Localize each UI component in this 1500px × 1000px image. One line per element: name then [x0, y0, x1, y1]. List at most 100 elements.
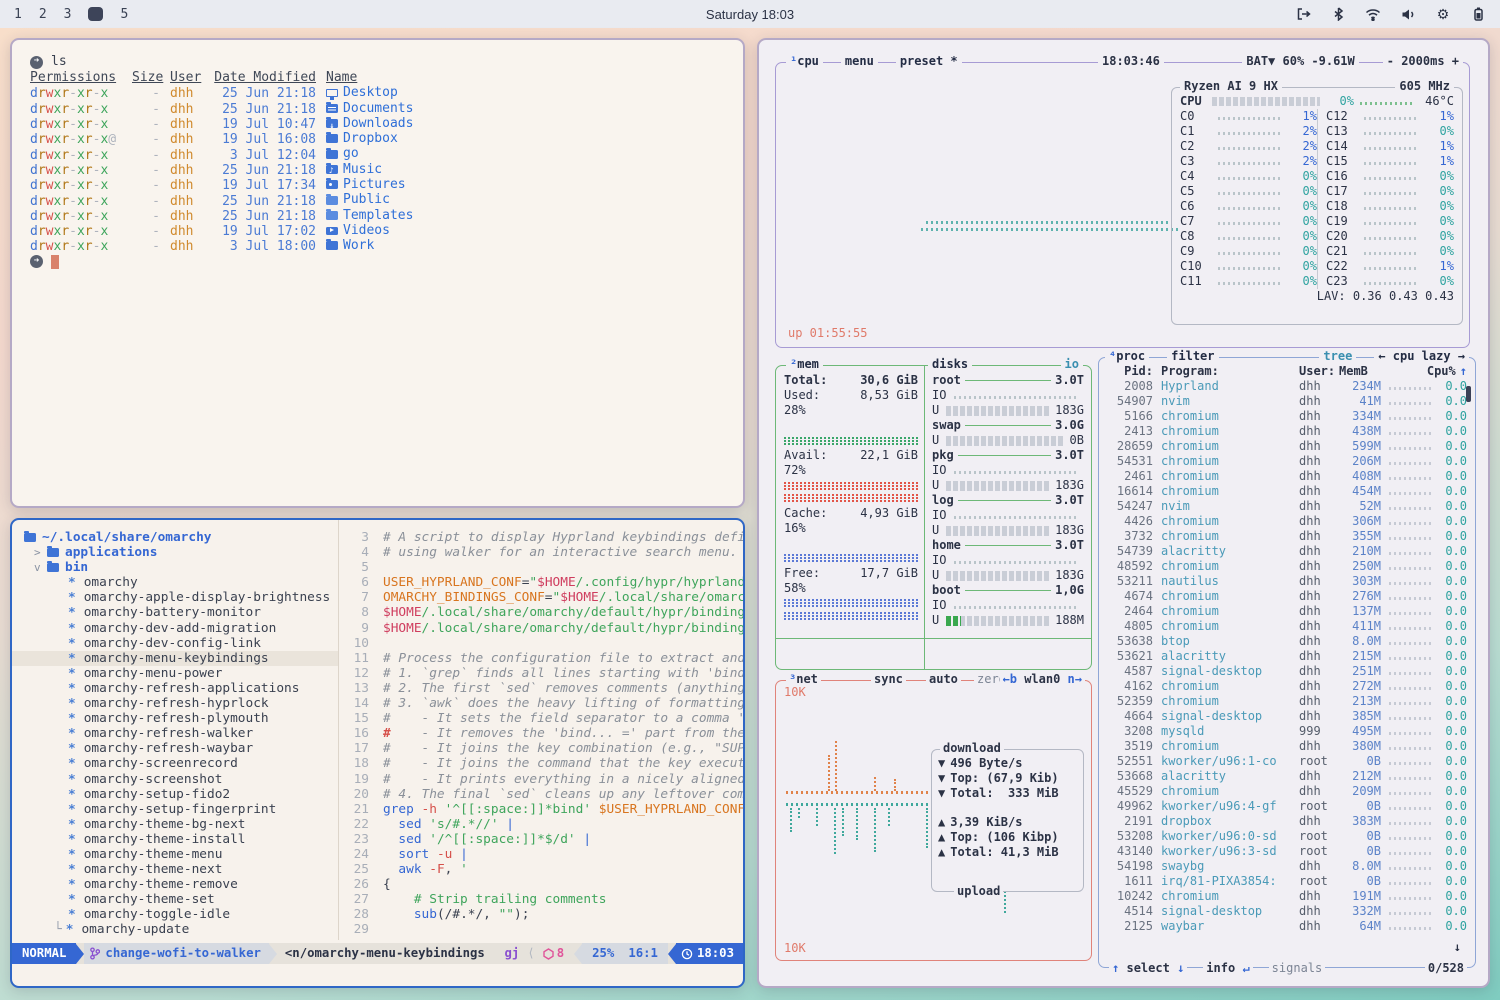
network-panel: ³net sync auto zero ←b wlan0 n→ 10K 10K [775, 680, 1092, 961]
tree-item[interactable]: └ * omarchy-menu-power [12, 666, 338, 681]
chevron-icon [34, 545, 47, 560]
tree-item[interactable]: └ * omarchy-theme-install [12, 832, 338, 847]
process-row[interactable]: 4664 signal-desktop dhh 385M 0.0 [1107, 709, 1467, 724]
scroll-down-icon[interactable]: ↓ [1454, 940, 1461, 955]
mem-tab[interactable]: ²mem [786, 357, 823, 372]
tree-item[interactable]: └ * omarchy-setup-fido2 [12, 787, 338, 802]
process-row[interactable]: 2464 chromium dhh 137M 0.0 [1107, 604, 1467, 619]
process-row[interactable]: 3208 mysqld 999 495M 0.0 [1107, 724, 1467, 739]
volume-icon[interactable] [1400, 6, 1416, 22]
proc-scrollbar[interactable] [1466, 386, 1471, 402]
process-row[interactable]: 4674 chromium dhh 276M 0.0 [1107, 589, 1467, 604]
process-row[interactable]: 2413 chromium dhh 438M 0.0 [1107, 424, 1467, 439]
battery-icon[interactable] [1470, 6, 1486, 22]
process-row[interactable]: 1611 irq/81-PIXA3854: root 0B 0.0 [1107, 874, 1467, 889]
tree-item[interactable]: └ * omarchy-theme-remove [12, 877, 338, 892]
process-row[interactable]: 53621 alacritty dhh 215M 0.0 [1107, 649, 1467, 664]
editor-window[interactable]: └ * ~/.local/share/omarchy └ * ap [10, 518, 745, 988]
process-row[interactable]: 2125 waybar dhh 64M 0.0 [1107, 919, 1467, 934]
tree-item[interactable]: └ * omarchy-update [12, 922, 338, 937]
logout-icon[interactable] [1295, 6, 1311, 22]
filter-button[interactable]: filter [1167, 349, 1218, 364]
code-buffer[interactable]: 3 # A script to display Hyprland keybind… [339, 520, 743, 940]
wifi-icon[interactable] [1365, 6, 1381, 22]
process-row[interactable]: 54739 alacritty dhh 210M 0.0 [1107, 544, 1467, 559]
signals-hint[interactable]: signals [1269, 961, 1326, 976]
tree-item[interactable]: └ * omarchy-theme-set [12, 892, 338, 907]
process-row[interactable]: 54198 swaybg dhh 8.0M 0.0 [1107, 859, 1467, 874]
process-row[interactable]: 5166 chromium dhh 334M 0.0 [1107, 409, 1467, 424]
process-row[interactable]: 53668 alacritty dhh 212M 0.0 [1107, 769, 1467, 784]
tree-item[interactable]: └ * omarchy-menu-keybindings [12, 651, 338, 666]
auto-toggle[interactable]: auto [926, 672, 961, 687]
disks-label[interactable]: disks [928, 357, 972, 372]
process-row[interactable]: 2191 dropbox dhh 383M 0.0 [1107, 814, 1467, 829]
sync-toggle[interactable]: sync [871, 672, 906, 687]
interface-switcher[interactable]: ←b wlan0 n→ [1000, 672, 1086, 687]
process-row[interactable]: 43140 kworker/u96:3-sd root 0B 0.0 [1107, 844, 1467, 859]
tree-item[interactable]: └ * omarchy-refresh-plymouth [12, 711, 338, 726]
tree-item[interactable]: └ * omarchy [12, 575, 338, 590]
process-row[interactable]: 52359 chromium dhh 213M 0.0 [1107, 694, 1467, 709]
tree-item[interactable]: └ * omarchy-toggle-idle [12, 907, 338, 922]
process-row[interactable]: 3732 chromium dhh 355M 0.0 [1107, 529, 1467, 544]
process-row[interactable]: 2461 chromium dhh 408M 0.0 [1107, 469, 1467, 484]
info-hint[interactable]: info ↵ [1203, 961, 1252, 976]
process-header[interactable]: Pid: Program: User: MemB Cpu% ↑ [1107, 364, 1467, 379]
process-row[interactable]: 28659 chromium dhh 599M 0.0 [1107, 439, 1467, 454]
tree-item[interactable]: └ * omarchy-refresh-walker [12, 726, 338, 741]
process-row[interactable]: 52551 kworker/u96:1-co root 0B 0.0 [1107, 754, 1467, 769]
bluetooth-icon[interactable] [1330, 6, 1346, 22]
tree-item[interactable]: └ * omarchy-refresh-hyprlock [12, 696, 338, 711]
interval-control[interactable]: - 2000ms + [1383, 54, 1463, 69]
tree-item[interactable]: └ * omarchy-refresh-applications [12, 681, 338, 696]
process-row[interactable]: 2008 Hyprland dhh 234M 0.0 [1107, 379, 1467, 394]
terminal-window[interactable]: ➜ ls Permissions Size User Date Modified… [10, 38, 745, 508]
tree-item[interactable]: └ * omarchy-dev-config-link [12, 636, 338, 651]
process-row[interactable]: 4587 signal-desktop dhh 251M 0.0 [1107, 664, 1467, 679]
tree-item[interactable]: └ * omarchy-theme-bg-next [12, 817, 338, 832]
tree-item[interactable]: └ * omarchy-apple-display-brightness [12, 590, 338, 605]
proc-tab[interactable]: ⁴proc [1105, 349, 1149, 364]
cpu-tab[interactable]: ¹cpu [786, 54, 823, 69]
settings-gear-icon[interactable]: ⚙ [1435, 6, 1451, 22]
process-row[interactable]: 4805 chromium dhh 411M 0.0 [1107, 619, 1467, 634]
preset-button[interactable]: preset * [896, 54, 962, 69]
process-row[interactable]: 54907 nvim dhh 41M 0.0 [1107, 394, 1467, 409]
tree-item[interactable]: └ * omarchy-theme-next [12, 862, 338, 877]
tree-item[interactable]: └ * omarchy-dev-add-migration [12, 621, 338, 636]
process-row[interactable]: 54531 chromium dhh 206M 0.0 [1107, 454, 1467, 469]
menu-button[interactable]: menu [841, 54, 878, 69]
process-row[interactable]: 53638 btop dhh 8.0M 0.0 [1107, 634, 1467, 649]
tree-item[interactable]: └ * omarchy-screenshot [12, 772, 338, 787]
process-row[interactable]: 54247 nvim dhh 52M 0.0 [1107, 499, 1467, 514]
process-row[interactable]: 53211 nautilus dhh 303M 0.0 [1107, 574, 1467, 589]
process-row[interactable]: 53208 kworker/u96:0-sd root 0B 0.0 [1107, 829, 1467, 844]
process-row[interactable]: 4514 signal-desktop dhh 332M 0.0 [1107, 904, 1467, 919]
tree-toggle[interactable]: tree [1319, 349, 1356, 364]
sort-selector[interactable]: ← cpu lazy → [1374, 349, 1469, 364]
process-row[interactable]: 4426 chromium dhh 306M 0.0 [1107, 514, 1467, 529]
tree-item[interactable]: └ * applications [12, 545, 338, 560]
file-tree[interactable]: └ * ~/.local/share/omarchy └ * ap [12, 520, 339, 940]
tree-item[interactable]: └ * ~/.local/share/omarchy [12, 530, 338, 545]
process-row[interactable]: 45529 chromium dhh 209M 0.0 [1107, 784, 1467, 799]
btop-window[interactable]: ¹cpu menu preset * 18:03:46 BAT▼ 60% -9.… [757, 38, 1490, 988]
tree-item[interactable]: └ * omarchy-setup-fingerprint [12, 802, 338, 817]
prompt-arrow-icon: ➜ [30, 56, 43, 69]
tree-item[interactable]: └ * omarchy-battery-monitor [12, 605, 338, 620]
process-row[interactable]: 16614 chromium dhh 454M 0.0 [1107, 484, 1467, 499]
process-row[interactable]: 49962 kworker/u96:4-gf root 0B 0.0 [1107, 799, 1467, 814]
process-row[interactable]: 10242 chromium dhh 191M 0.0 [1107, 889, 1467, 904]
io-toggle[interactable]: io [1061, 357, 1083, 372]
process-row[interactable]: 48592 chromium dhh 250M 0.0 [1107, 559, 1467, 574]
tree-item[interactable]: └ * omarchy-refresh-waybar [12, 741, 338, 756]
prompt-line-2[interactable]: ➜ [30, 254, 743, 270]
process-row[interactable]: 4162 chromium dhh 272M 0.0 [1107, 679, 1467, 694]
script-icon: * [68, 877, 76, 892]
tree-item[interactable]: └ * omarchy-theme-menu [12, 847, 338, 862]
select-hint[interactable]: ↑ select ↓ [1109, 961, 1187, 976]
tree-item[interactable]: └ * bin [12, 560, 338, 575]
process-row[interactable]: 3519 chromium dhh 380M 0.0 [1107, 739, 1467, 754]
tree-item[interactable]: └ * omarchy-screenrecord [12, 756, 338, 771]
